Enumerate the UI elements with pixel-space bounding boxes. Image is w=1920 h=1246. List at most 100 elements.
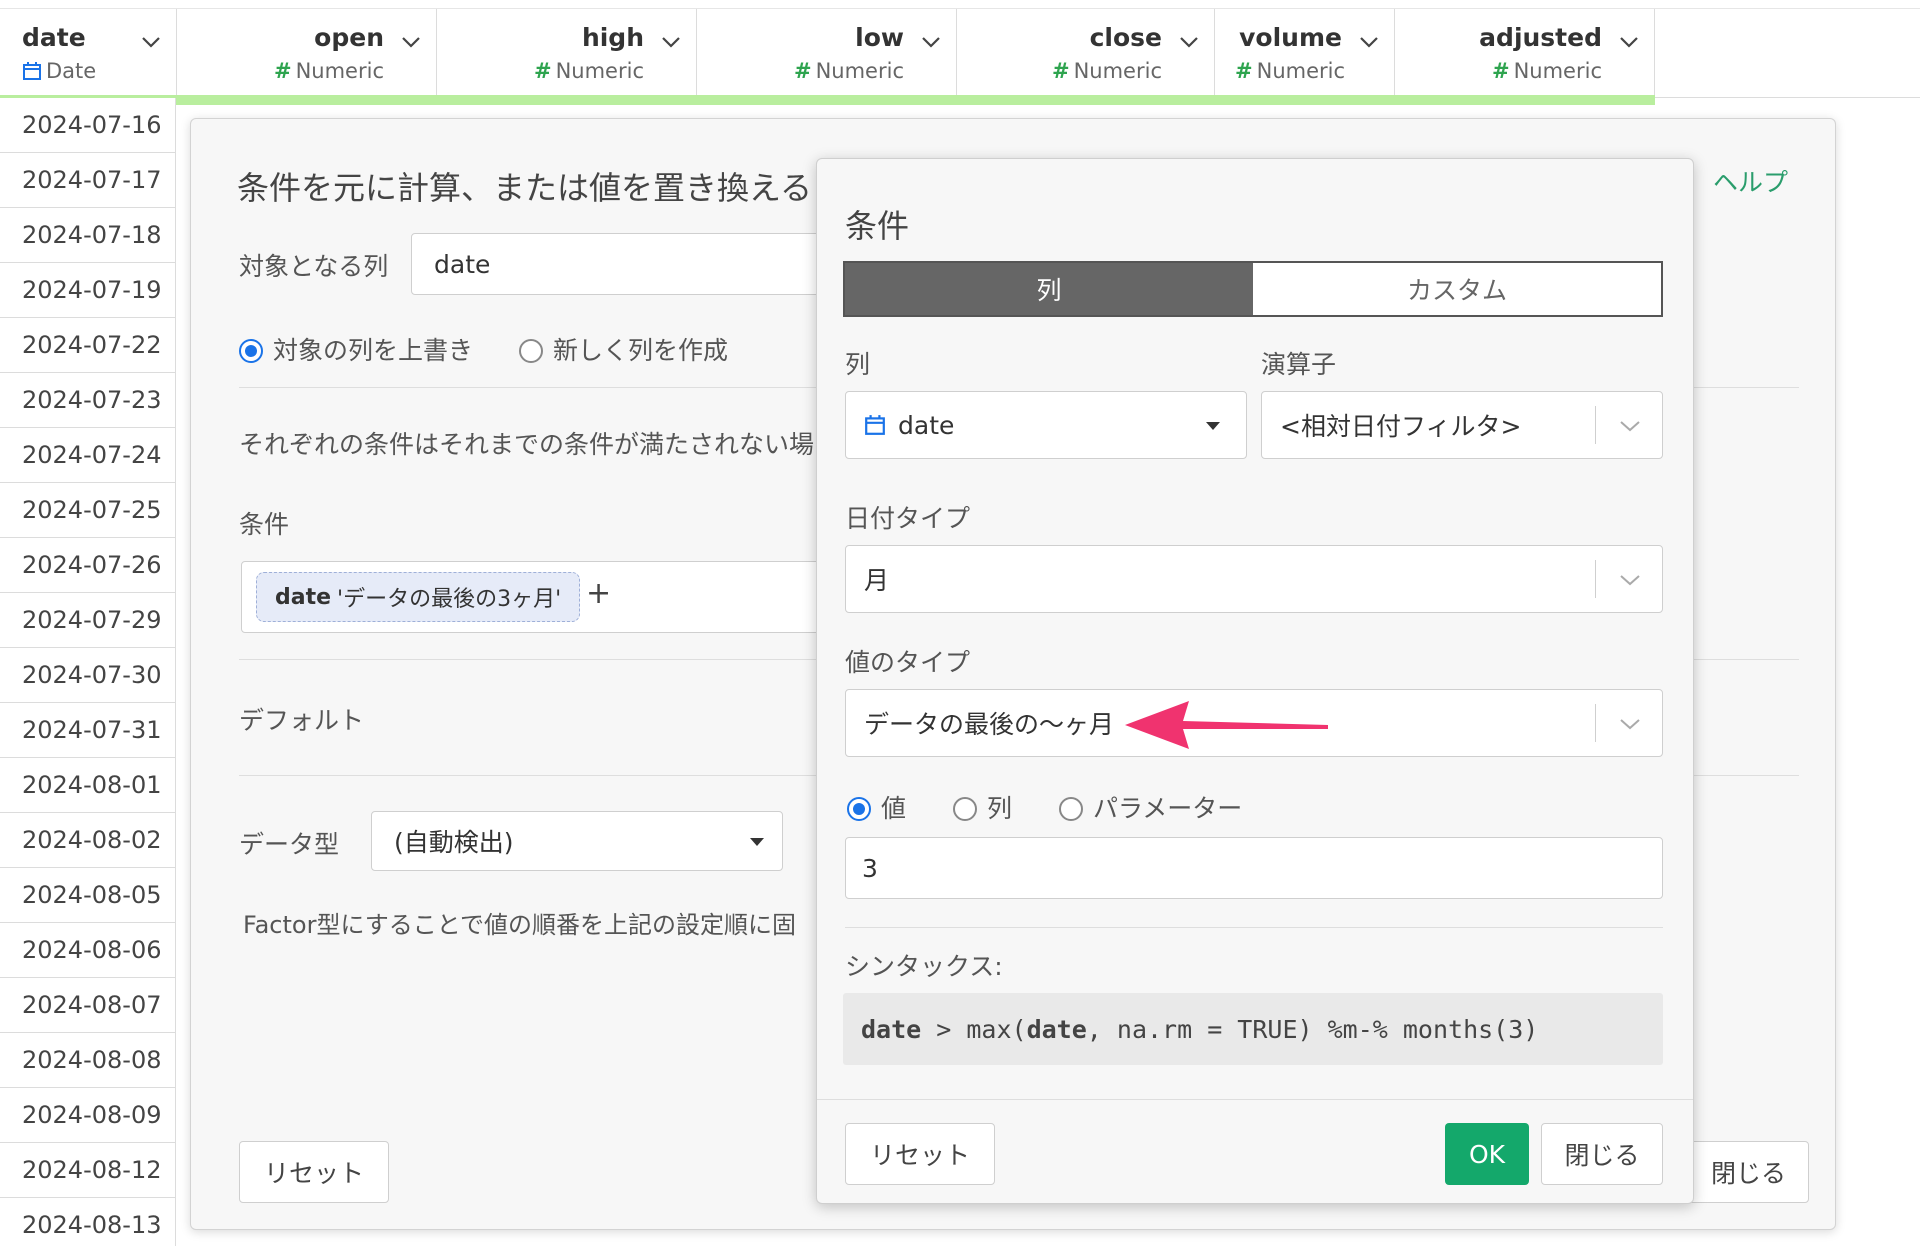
date-cell[interactable]: 2024-08-12 (0, 1143, 176, 1198)
radio-button[interactable] (1059, 797, 1083, 821)
calendar-icon (23, 62, 41, 80)
column-header-open[interactable]: open # Numeric (177, 9, 437, 99)
value-input[interactable]: 3 (845, 837, 1663, 899)
conditions-label: 条件 (239, 510, 290, 539)
date-cell[interactable]: 2024-07-23 (0, 373, 176, 428)
chevron-down-icon[interactable] (1358, 31, 1380, 53)
column-name: low (855, 23, 904, 52)
column-header-adjusted[interactable]: adjusted # Numeric (1395, 9, 1655, 99)
chevron-down-icon[interactable] (660, 31, 682, 53)
radio-button[interactable] (953, 797, 977, 821)
select-separator (1595, 560, 1596, 598)
date-cell[interactable]: 2024-07-31 (0, 703, 176, 758)
radio-new-column[interactable]: 新しく列を作成 (519, 331, 728, 367)
date-cell[interactable]: 2024-08-07 (0, 978, 176, 1033)
column-header-high[interactable]: high # Numeric (437, 9, 697, 99)
condition-chip[interactable]: date 'データの最後の3ヶ月' (256, 572, 581, 622)
radio-overwrite[interactable]: 対象の列を上書き (239, 331, 473, 367)
chevron-down-icon[interactable] (1618, 568, 1642, 592)
radio-button[interactable] (519, 339, 543, 363)
date-cell[interactable]: 2024-08-09 (0, 1088, 176, 1143)
column-type: # Numeric (1235, 59, 1346, 83)
column-name: volume (1239, 23, 1342, 52)
date-cell[interactable]: 2024-07-26 (0, 538, 176, 593)
target-column-input[interactable]: date (411, 233, 851, 295)
chevron-down-icon[interactable] (1178, 31, 1200, 53)
calendar-icon (865, 415, 885, 435)
date-cell[interactable]: 2024-07-18 (0, 208, 176, 263)
date-cell[interactable]: 2024-07-25 (0, 483, 176, 538)
target-column-label: 対象となる列 (239, 252, 389, 281)
ok-button[interactable]: OK (1445, 1123, 1529, 1185)
condition-mode-tabs: 列 カスタム (843, 261, 1663, 317)
column-quality-bar (0, 95, 1655, 105)
column-label: 列 (845, 350, 871, 379)
syntax-label: シンタックス: (845, 952, 1003, 981)
column-header-date[interactable]: date Date (0, 9, 177, 99)
date-cell[interactable]: 2024-08-06 (0, 923, 176, 978)
operator-label: 演算子 (1261, 350, 1337, 379)
operator-select[interactable]: <相対日付フィルタ> (1261, 391, 1663, 459)
chevron-down-icon[interactable] (140, 31, 162, 53)
date-cell[interactable]: 2024-08-02 (0, 813, 176, 868)
factor-note: Factor型にすることで値の順番を上記の設定順に固 (243, 911, 796, 939)
date-cell[interactable]: 2024-08-08 (0, 1033, 176, 1088)
chevron-down-icon[interactable] (1618, 414, 1642, 438)
dialog-title: 条件を元に計算、または値を置き換える (237, 169, 813, 207)
tab-column[interactable]: 列 (845, 263, 1253, 315)
add-condition-button[interactable]: + (586, 576, 611, 611)
radio-parameter[interactable]: パラメーター (1059, 789, 1242, 825)
chevron-down-icon[interactable] (400, 31, 422, 53)
chevron-down-icon[interactable] (1618, 712, 1642, 736)
tab-custom[interactable]: カスタム (1253, 263, 1661, 315)
reset-button[interactable]: リセット (239, 1141, 389, 1203)
column-name: high (581, 23, 644, 52)
column-header-low[interactable]: low # Numeric (697, 9, 957, 99)
date-cell[interactable]: 2024-08-13 (0, 1198, 176, 1246)
date-cell[interactable]: 2024-07-22 (0, 318, 176, 373)
condition-dialog-title: 条件 (845, 207, 910, 245)
divider (845, 927, 1663, 928)
column-name: close (1089, 23, 1162, 52)
column-name: date (22, 23, 86, 52)
date-cell[interactable]: 2024-07-17 (0, 153, 176, 208)
column-select[interactable]: date (845, 391, 1247, 459)
column-header-volume[interactable]: volume # Numeric (1215, 9, 1395, 99)
grid-header: date Date open # Numeric high # Numeric lo… (0, 8, 1920, 105)
caret-down-icon (750, 838, 764, 846)
reset-button[interactable]: リセット (845, 1123, 995, 1185)
select-separator (1595, 406, 1596, 444)
column-type: # Numeric (273, 59, 384, 83)
column-header-close[interactable]: close # Numeric (957, 9, 1215, 99)
help-link[interactable]: ヘルプ (1713, 163, 1788, 199)
select-separator (1595, 704, 1596, 742)
condition-dialog: 条件 列 カスタム 列 演算子 date <相対日付フィルタ> 日付タイプ 月 … (816, 158, 1694, 1204)
radio-column[interactable]: 列 (953, 789, 1012, 825)
date-cell[interactable]: 2024-07-19 (0, 263, 176, 318)
date-cell[interactable]: 2024-07-30 (0, 648, 176, 703)
annotation-arrow-icon (1125, 701, 1328, 749)
conditions-description: それぞれの条件はそれまでの条件が満たされない場 (239, 430, 815, 459)
date-cell[interactable]: 2024-07-24 (0, 428, 176, 483)
caret-down-icon (1206, 422, 1220, 430)
syntax-preview: date > max(date, na.rm = TRUE) %m-% mont… (843, 993, 1663, 1065)
datatype-label: データ型 (239, 830, 340, 859)
chevron-down-icon[interactable] (1618, 31, 1640, 53)
value-type-label: 値のタイプ (845, 648, 971, 677)
column-type: Date (22, 59, 96, 83)
datatype-select[interactable]: (自動検出) (371, 811, 783, 871)
column-type: # Numeric (1491, 59, 1602, 83)
radio-button-checked[interactable] (239, 339, 263, 363)
date-cell[interactable]: 2024-08-05 (0, 868, 176, 923)
chevron-down-icon[interactable] (920, 31, 942, 53)
date-type-select[interactable]: 月 (845, 545, 1663, 613)
radio-value[interactable]: 値 (847, 789, 906, 825)
date-cell[interactable]: 2024-07-16 (0, 98, 176, 153)
close-button[interactable]: 閉じる (1541, 1123, 1663, 1185)
radio-button-checked[interactable] (847, 797, 871, 821)
date-cell[interactable]: 2024-08-01 (0, 758, 176, 813)
date-cell[interactable]: 2024-07-29 (0, 593, 176, 648)
column-type: # Numeric (533, 59, 644, 83)
column-type: # Numeric (793, 59, 904, 83)
close-button[interactable]: 閉じる (1687, 1141, 1809, 1203)
